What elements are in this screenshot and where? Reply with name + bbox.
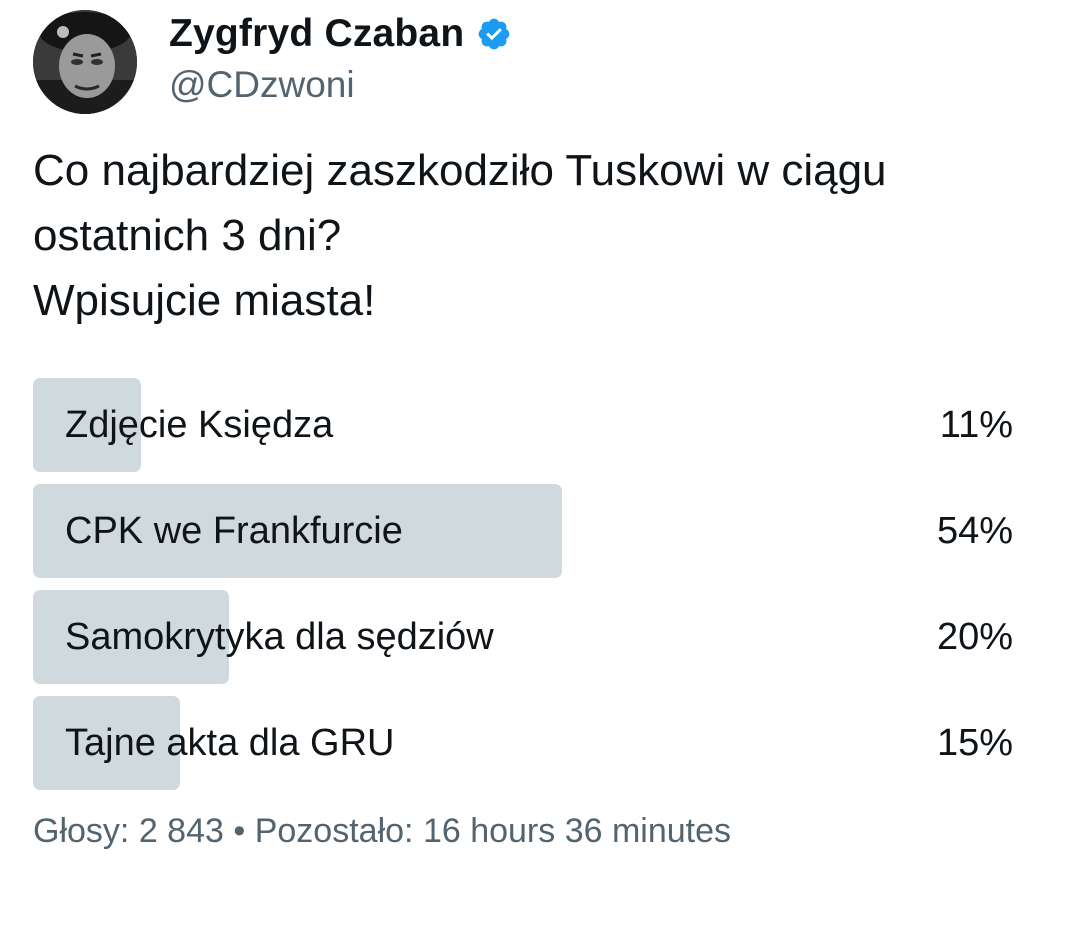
poll-option[interactable]: Zdjęcie Księdza 11% <box>33 378 1013 472</box>
poll-option-percent: 54% <box>936 510 1013 552</box>
poll-option-percent: 15% <box>936 722 1013 764</box>
tweet-text-line: Wpisujcie miasta! <box>33 276 376 325</box>
tweet-text: Co najbardziej zaszkodziło Tuskowi w cią… <box>33 138 1043 333</box>
avatar[interactable] <box>33 10 137 114</box>
poll: Zdjęcie Księdza 11% CPK we Frankfurcie 5… <box>33 378 1013 802</box>
poll-option[interactable]: Samokrytyka dla sędziów 20% <box>33 590 1013 684</box>
tweet: Zygfryd Czaban @CDzwoni Co najbardziej z… <box>0 0 1080 925</box>
poll-option-percent: 20% <box>936 616 1013 658</box>
author-handle[interactable]: @CDzwoni <box>169 64 512 106</box>
poll-remaining-label: Pozostało: <box>254 812 414 850</box>
poll-option-label: Zdjęcie Księdza <box>65 404 334 446</box>
tweet-author: Zygfryd Czaban @CDzwoni <box>169 12 512 106</box>
poll-votes-label: Głosy: <box>33 812 130 850</box>
author-display-name[interactable]: Zygfryd Czaban <box>169 12 464 56</box>
poll-remaining-time: 16 hours 36 minutes <box>422 812 732 850</box>
tweet-text-line: ostatnich 3 dni? <box>33 211 342 260</box>
poll-option-label: CPK we Frankfurcie <box>65 510 403 552</box>
avatar-image <box>33 10 137 114</box>
poll-meta-separator: • <box>233 812 246 850</box>
poll-option-percent: 11% <box>939 404 1013 446</box>
author-name-row: Zygfryd Czaban <box>169 12 512 56</box>
poll-option[interactable]: Tajne akta dla GRU 15% <box>33 696 1013 790</box>
poll-option-label: Tajne akta dla GRU <box>65 722 395 764</box>
verified-badge-icon[interactable] <box>476 16 512 52</box>
tweet-text-line: Co najbardziej zaszkodziło Tuskowi w cią… <box>33 146 887 195</box>
poll-option-label: Samokrytyka dla sędziów <box>65 616 494 658</box>
poll-votes-count: 2 843 <box>138 812 224 850</box>
poll-option[interactable]: CPK we Frankfurcie 54% <box>33 484 1013 578</box>
poll-meta: Głosy: 2 843 • Pozostało: 16 hours 36 mi… <box>33 812 731 851</box>
